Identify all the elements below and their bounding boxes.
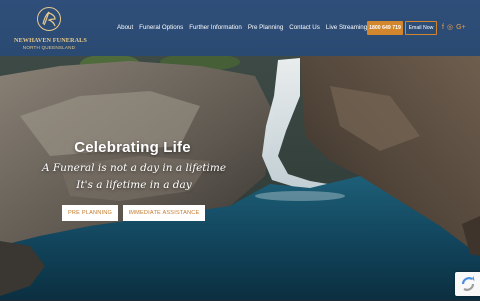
immediate-assistance-button[interactable]: IMMEDIATE ASSISTANCE xyxy=(123,205,205,221)
facebook-icon[interactable]: f xyxy=(442,22,444,34)
brand-subname: NORTH QUEENSLAND xyxy=(22,45,76,50)
nav-item-funeral-options[interactable]: Funeral Options xyxy=(139,24,183,34)
email-now-button[interactable]: Email Now xyxy=(405,21,437,35)
logo-monogram-icon xyxy=(37,7,61,31)
pre-planning-button[interactable]: PRE PLANNING xyxy=(62,205,118,221)
nav-item-pre-planning[interactable]: Pre Planning xyxy=(248,24,283,34)
google-plus-icon[interactable]: G+ xyxy=(456,22,466,34)
site-logo[interactable]: NEWHAVEN FUNERALS NORTH QUEENSLAND xyxy=(14,6,87,52)
main-nav: About Funeral Options Further Informatio… xyxy=(117,24,367,34)
hero-section: Celebrating Life A Funeral is not a day … xyxy=(0,56,480,300)
nav-item-contact-us[interactable]: Contact Us xyxy=(289,24,320,34)
nav-item-live-streaming[interactable]: Live Streaming xyxy=(326,24,367,34)
social-links: f ◎ G+ xyxy=(442,22,466,34)
site-header: NEWHAVEN FUNERALS NORTH QUEENSLAND About… xyxy=(0,0,480,56)
brand-name: NEWHAVEN FUNERALS xyxy=(14,37,87,44)
recaptcha-icon xyxy=(461,276,475,291)
waterfall-background-image xyxy=(0,56,480,300)
nav-item-about[interactable]: About xyxy=(117,24,133,34)
hero-tagline-line-2: It's a lifetime in a day xyxy=(76,179,192,191)
hero-title: Celebrating Life xyxy=(74,139,191,156)
nav-item-further-information[interactable]: Further Information xyxy=(189,24,242,34)
hero-tagline-line-1: A Funeral is not a day in a lifetime xyxy=(41,162,227,174)
recaptcha-badge[interactable] xyxy=(455,272,480,296)
instagram-icon[interactable]: ◎ xyxy=(447,22,453,34)
phone-button[interactable]: 1800 649 719 xyxy=(367,21,403,35)
